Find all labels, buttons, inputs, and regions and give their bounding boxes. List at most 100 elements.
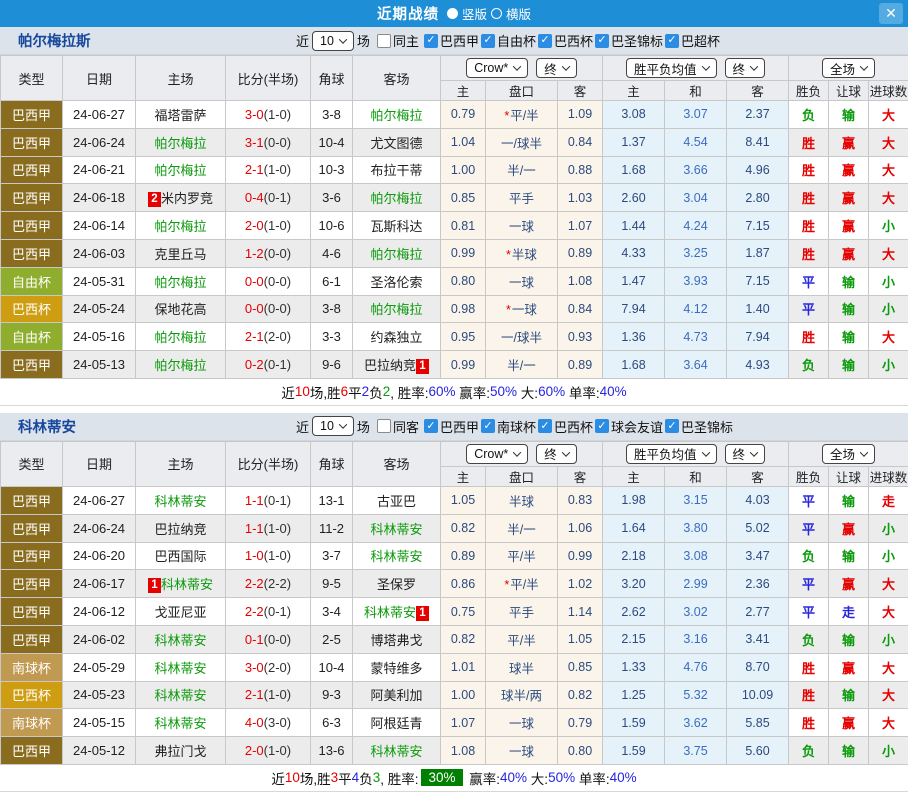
ah-away-odds: 0.89 <box>558 239 603 267</box>
ah-line-cell: 平手 <box>486 184 558 212</box>
table-row: 巴西甲24-06-14帕尔梅拉2-0(1-0)10-6瓦斯科达0.81一球1.0… <box>1 212 908 240</box>
check-icon: ✓ <box>483 35 492 46</box>
games-label: 场 <box>357 31 370 50</box>
ah-line-cell: *半球 <box>486 239 558 267</box>
score-cell: 2-1(1-0) <box>226 681 311 709</box>
team-label: 保地花高 <box>154 302 206 317</box>
same-venue-checkbox[interactable] <box>377 419 391 433</box>
ah-line-label: 一/球半 <box>501 331 542 345</box>
full-match-select[interactable]: 全场 <box>822 58 875 78</box>
ah-home-odds: 1.05 <box>441 486 486 514</box>
ah-away-odds: 0.84 <box>558 128 603 156</box>
league-filters: ✓巴西甲✓自由杯✓巴西杯✓巴圣锦标✓巴超杯 <box>424 31 722 50</box>
ah-away-odds: 0.80 <box>558 737 603 765</box>
horizontal-layout-radio[interactable] <box>491 8 502 19</box>
halftime-score: (0-0) <box>264 632 291 647</box>
col-header-corner: 角球 <box>311 56 353 101</box>
league-cell: 巴西杯 <box>1 295 63 323</box>
ah-final-select[interactable]: 终 <box>536 58 577 78</box>
team-label: 古亚巴 <box>377 494 416 509</box>
league-cell: 巴西甲 <box>1 570 63 598</box>
ah-away-odds: 1.05 <box>558 625 603 653</box>
match-count-value: 10 <box>320 34 334 48</box>
league-checkbox[interactable]: ✓ <box>665 34 679 48</box>
col-header-home: 主场 <box>136 441 226 486</box>
league-checkbox[interactable]: ✓ <box>595 419 609 433</box>
league-cell: 巴西杯 <box>1 681 63 709</box>
league-checkbox[interactable]: ✓ <box>481 419 495 433</box>
eu-home-odds: 2.18 <box>603 542 665 570</box>
league-cell: 南球杯 <box>1 653 63 681</box>
close-button[interactable]: ✕ <box>879 3 903 24</box>
fulltime-score: 0-0 <box>245 301 264 316</box>
corner-cell: 3-3 <box>311 323 353 351</box>
ah-away-odds: 1.03 <box>558 184 603 212</box>
date-cell: 24-06-20 <box>63 542 136 570</box>
league-checkbox[interactable]: ✓ <box>424 34 438 48</box>
league-checkbox[interactable]: ✓ <box>481 34 495 48</box>
ah-line-label: 平/半 <box>507 550 535 564</box>
ah-line-cell: *平/半 <box>486 570 558 598</box>
halftime-score: (1-0) <box>264 548 291 563</box>
ah-final-select[interactable]: 终 <box>536 444 577 464</box>
league-checkbox[interactable]: ✓ <box>595 34 609 48</box>
league-checkbox[interactable]: ✓ <box>424 419 438 433</box>
eu-away-odds: 2.77 <box>727 598 789 626</box>
eu-home-odds: 1.98 <box>603 486 665 514</box>
full-match-select[interactable]: 全场 <box>822 444 875 464</box>
summary-segment: , 胜率: <box>380 768 418 788</box>
chevron-down-icon <box>513 62 521 70</box>
star-icon: * <box>504 578 509 592</box>
full-match-value: 全场 <box>830 444 855 463</box>
wdl-average-select[interactable]: 胜平负均值 <box>626 444 717 464</box>
league-checkbox[interactable]: ✓ <box>538 34 552 48</box>
corner-cell: 9-5 <box>311 570 353 598</box>
ah-line-cell: 一球 <box>486 267 558 295</box>
summary-segment: 30% <box>421 769 462 786</box>
ah-away-odds: 1.07 <box>558 212 603 240</box>
odds-company-select[interactable]: Crow* <box>466 58 528 78</box>
summary-segment: 60% <box>538 384 565 399</box>
col-header-score: 比分(半场) <box>226 441 311 486</box>
league-filter: ✓巴西杯 <box>538 417 593 436</box>
fulltime-score: 1-1 <box>245 521 264 536</box>
match-count-select[interactable]: 10 <box>312 416 354 436</box>
eu-away-odds: 3.41 <box>727 625 789 653</box>
home-team-cell: 科林蒂安 <box>136 681 226 709</box>
col-header-type: 类型 <box>1 56 63 101</box>
league-checkbox[interactable]: ✓ <box>665 419 679 433</box>
halftime-score: (2-2) <box>264 576 291 591</box>
league-cell: 巴西甲 <box>1 542 63 570</box>
ah-away-odds: 1.02 <box>558 570 603 598</box>
eu-final-select[interactable]: 终 <box>725 444 766 464</box>
league-filter: ✓巴圣锦标 <box>665 417 733 436</box>
team-label: 科林蒂安 <box>154 633 206 648</box>
result-handicap-cell: 赢 <box>829 128 869 156</box>
same-venue-checkbox[interactable] <box>377 34 391 48</box>
summary-segment: 单率: <box>565 382 600 402</box>
league-cell: 南球杯 <box>1 709 63 737</box>
ah-home-odds: 0.82 <box>441 625 486 653</box>
star-icon: * <box>504 109 509 123</box>
result-wdl-cell: 胜 <box>789 156 829 184</box>
wdl-average-select[interactable]: 胜平负均值 <box>626 58 717 78</box>
summary-segment: 负 <box>359 768 373 788</box>
summary-segment: 10 <box>295 384 310 399</box>
result-wdl-cell: 平 <box>789 514 829 542</box>
col-header-corner: 角球 <box>311 441 353 486</box>
away-team-cell: 蒙特维多 <box>353 653 441 681</box>
vertical-layout-radio[interactable] <box>447 8 458 19</box>
match-count-select[interactable]: 10 <box>312 31 354 51</box>
result-goals-cell: 小 <box>869 351 908 379</box>
score-cell: 2-2(2-2) <box>226 570 311 598</box>
ah-away-odds: 0.79 <box>558 709 603 737</box>
result-handicap-cell: 赢 <box>829 212 869 240</box>
league-filter-label: 球会友谊 <box>611 417 663 436</box>
filter-bar: 近 10 场 同主 ✓巴西甲✓自由杯✓巴西杯✓巴圣锦标✓巴超杯 <box>296 31 722 51</box>
eu-home-odds: 1.59 <box>603 737 665 765</box>
league-checkbox[interactable]: ✓ <box>538 419 552 433</box>
odds-company-select[interactable]: Crow* <box>466 444 528 464</box>
eu-final-select[interactable]: 终 <box>725 58 766 78</box>
league-cell: 巴西甲 <box>1 184 63 212</box>
team-label: 巴拉纳竞 <box>364 358 416 373</box>
